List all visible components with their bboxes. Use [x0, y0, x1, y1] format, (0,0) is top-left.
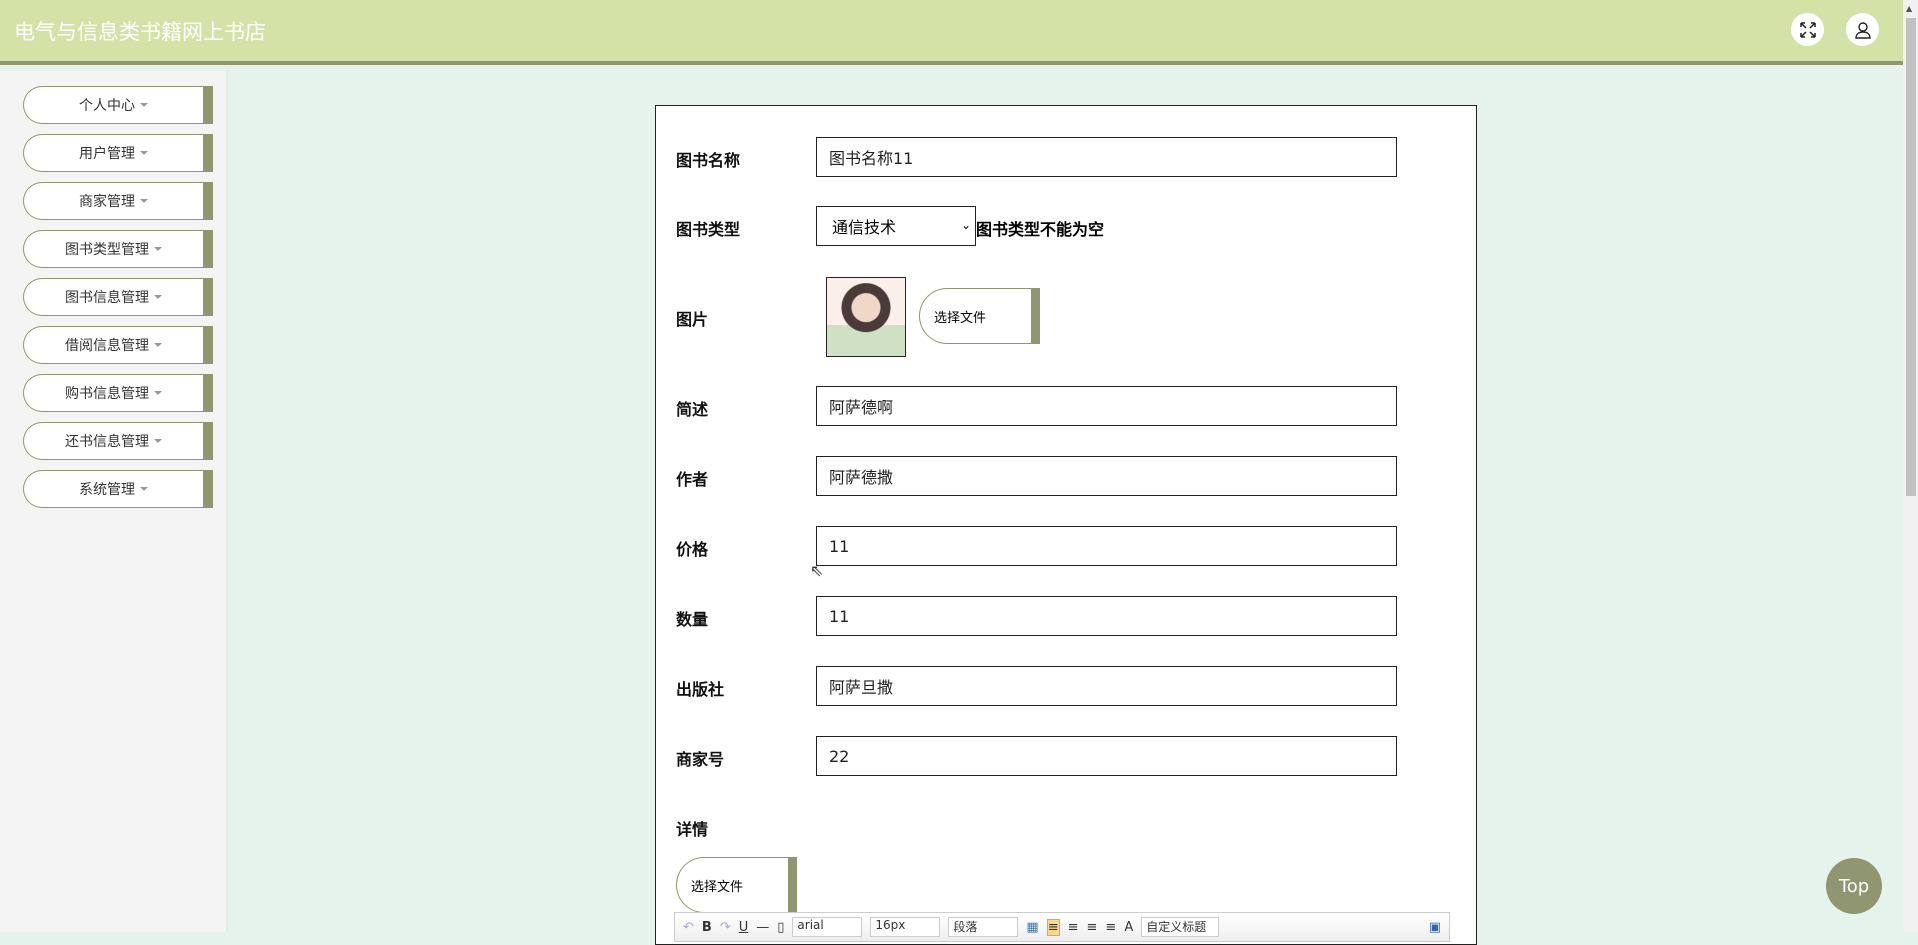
custom-title-select[interactable]: 自定义标题 [1141, 917, 1220, 937]
sidebar-item-book-types[interactable]: 图书类型管理 [23, 230, 213, 268]
type-select-value: 通信技术 [832, 218, 897, 237]
sidebar-item-book-info[interactable]: 图书信息管理 [23, 278, 213, 316]
redo-icon[interactable]: ↷ [720, 920, 731, 935]
fullscreen-editor-icon[interactable]: ▣ [1429, 920, 1441, 935]
bold-button[interactable]: B [702, 920, 712, 935]
detail-choose-file-button[interactable]: 选择文件 [676, 857, 797, 913]
caret-down-icon [154, 247, 162, 251]
merchant-input[interactable]: 22 [816, 736, 1397, 776]
price-label: 价格 [676, 540, 709, 559]
publisher-label: 出版社 [676, 680, 725, 699]
price-input[interactable]: 11 [816, 526, 1397, 566]
name-label: 图书名称 [676, 151, 741, 170]
book-form: 图书名称 图书名称11 图书类型 通信技术 ⌄ 图书类型不能为空 图片 选择文件 … [655, 105, 1477, 945]
editor-toolbar: ↶ B ↷ U — ▯ arial 16px 段落 ▦ ≡ ≡ ≡ ≡ A 自定… [674, 912, 1450, 942]
type-error: 图书类型不能为空 [976, 220, 1105, 239]
sidebar-item-label: 图书信息管理 [65, 290, 149, 306]
horizontal-rule-icon[interactable]: — [756, 920, 769, 935]
align-left-icon[interactable]: ≡ [1046, 918, 1060, 936]
sidebar-item-purchase-info[interactable]: 购书信息管理 [23, 374, 213, 412]
caret-down-icon [154, 391, 162, 395]
table-icon[interactable]: ▦ [1026, 920, 1038, 935]
merchant-label: 商家号 [676, 750, 725, 769]
font-size-select[interactable]: 16px [870, 917, 941, 937]
sidebar-item-label: 用户管理 [79, 146, 135, 162]
font-family-select[interactable]: arial [792, 917, 863, 937]
align-justify-icon[interactable]: ≡ [1105, 920, 1116, 935]
publisher-input[interactable]: 阿萨旦撒 [816, 666, 1397, 706]
sidebar-item-label: 图书类型管理 [65, 242, 149, 258]
book-image-preview [826, 277, 906, 357]
mouse-cursor-icon: ⇖ [810, 561, 824, 580]
detail-label: 详情 [676, 820, 709, 839]
sidebar-item-merchants[interactable]: 商家管理 [23, 182, 213, 220]
caret-down-icon [154, 295, 162, 299]
expand-icon [1799, 21, 1816, 38]
sidebar-item-users[interactable]: 用户管理 [23, 134, 213, 172]
user-icon [1854, 21, 1871, 39]
image-label: 图片 [676, 310, 709, 329]
caret-down-icon [140, 199, 148, 203]
sidebar-item-personal-center[interactable]: 个人中心 [23, 86, 213, 124]
author-input[interactable]: 阿萨德撒 [816, 456, 1397, 496]
caret-down-icon [140, 151, 148, 155]
sidebar-item-return-info[interactable]: 还书信息管理 [23, 422, 213, 460]
sidebar-item-borrow-info[interactable]: 借阅信息管理 [23, 326, 213, 364]
undo-icon[interactable]: ↶ [683, 920, 694, 935]
chevron-down-icon: ⌄ [960, 218, 971, 232]
font-color-button[interactable]: A [1124, 920, 1133, 935]
sidebar-item-label: 系统管理 [79, 482, 135, 498]
quantity-label: 数量 [676, 610, 709, 629]
name-input[interactable]: 图书名称11 [816, 137, 1397, 177]
user-button[interactable] [1846, 13, 1879, 46]
sidebar-item-label: 借阅信息管理 [65, 338, 149, 354]
align-center-icon[interactable]: ≡ [1087, 920, 1098, 935]
header: 电气与信息类书籍网上书店 [0, 0, 1903, 65]
image-choose-file-button[interactable]: 选择文件 [919, 288, 1040, 344]
fullscreen-button[interactable] [1791, 13, 1824, 46]
caret-down-icon [154, 343, 162, 347]
author-label: 作者 [676, 470, 709, 489]
caret-down-icon [154, 439, 162, 443]
sidebar: 个人中心 用户管理 商家管理 图书类型管理 图书信息管理 借阅信息管理 购书信息… [0, 71, 228, 932]
paragraph-select[interactable]: 段落 [948, 917, 1019, 937]
caret-down-icon [140, 487, 148, 491]
scrollbar[interactable]: ▲ [1903, 0, 1918, 932]
scrollbar-thumb[interactable] [1906, 18, 1916, 496]
sidebar-item-label: 还书信息管理 [65, 434, 149, 450]
caret-down-icon [140, 103, 148, 107]
underline-button[interactable]: U [739, 920, 749, 935]
type-label: 图书类型 [676, 220, 741, 239]
summary-label: 简述 [676, 400, 709, 419]
sidebar-item-label: 商家管理 [79, 194, 135, 210]
quantity-input[interactable]: 11 [816, 596, 1397, 636]
site-title: 电气与信息类书籍网上书店 [14, 20, 266, 44]
align-right-icon[interactable]: ≡ [1068, 920, 1079, 935]
summary-input[interactable]: 阿萨德啊 [816, 386, 1397, 426]
sidebar-item-system[interactable]: 系统管理 [23, 470, 213, 508]
sidebar-item-label: 个人中心 [79, 98, 135, 114]
scroll-up-icon[interactable]: ▲ [1906, 4, 1912, 13]
sidebar-item-label: 购书信息管理 [65, 386, 149, 402]
document-icon[interactable]: ▯ [777, 920, 784, 935]
type-select[interactable]: 通信技术 ⌄ [816, 206, 976, 246]
back-to-top-button[interactable]: Top [1826, 858, 1882, 914]
